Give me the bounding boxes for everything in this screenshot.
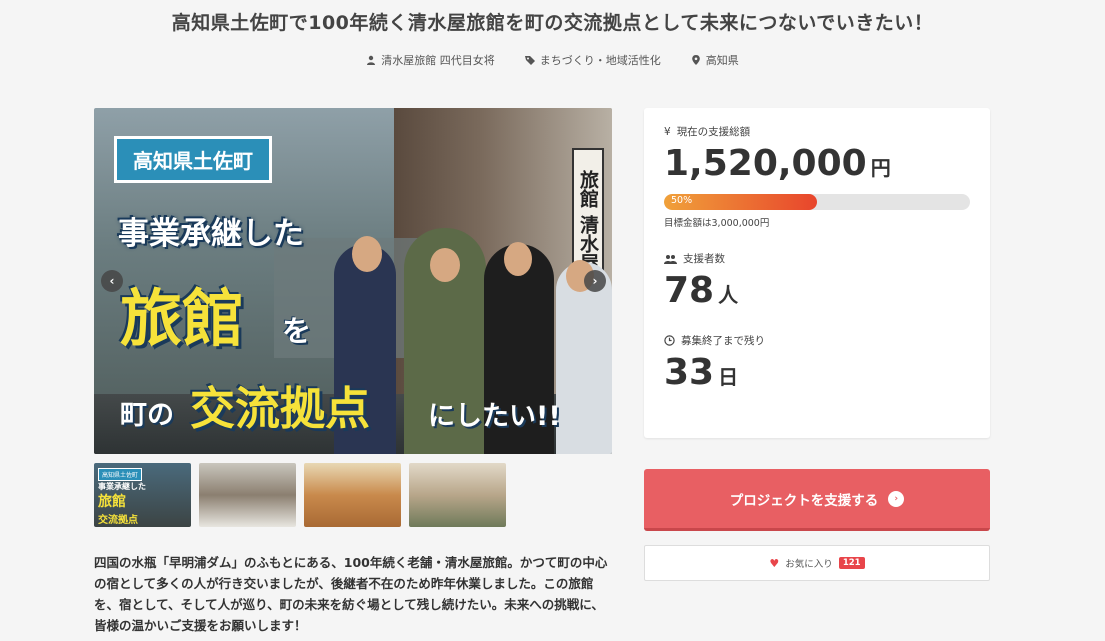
favorite-button[interactable]: ♥ お気に入り 121 [644, 545, 990, 581]
location-link[interactable]: 高知県 [691, 52, 739, 68]
thumbnail-1[interactable]: 高知県土佐町 事業承継した 旅館 交流拠点 [94, 463, 191, 527]
support-project-button[interactable]: プロジェクトを支援する › [644, 469, 990, 531]
total-unit: 円 [870, 156, 891, 180]
carousel-prev-button[interactable]: ‹ [101, 270, 123, 292]
users-icon [664, 254, 677, 264]
category-name: まちづくり・地域活性化 [539, 54, 661, 67]
supporters-label: 支援者数 [683, 253, 725, 265]
hero-line3-suffix: にしたい!! [428, 401, 561, 432]
hero-line2: 旅館 [120, 282, 245, 355]
page-title: 高知県土佐町で100年続く清水屋旅館を町の交流拠点として未来につないでいきたい！ [171, 12, 934, 34]
hero-location-tag: 高知県土佐町 [114, 136, 272, 183]
project-meta: 清水屋旅館 四代目女将 まちづくり・地域活性化 高知県 [0, 52, 1105, 68]
thumbnail-strip: 高知県土佐町 事業承継した 旅館 交流拠点 [94, 463, 506, 527]
chevron-right-icon: › [592, 274, 598, 288]
goal-amount: 目標金額は3,000,000円 [664, 218, 770, 229]
project-description: 四国の水瓶「早明浦ダム」のふもとにある、100年続く老舗・清水屋旅館。かつて町の… [94, 555, 608, 633]
carousel-next-button[interactable]: › [584, 270, 606, 292]
hero-line3-highlight: 交流拠点 [190, 382, 371, 435]
supporters-unit: 人 [718, 283, 739, 307]
owner-link[interactable]: 清水屋旅館 四代目女将 [366, 52, 495, 68]
owner-name: 清水屋旅館 四代目女将 [381, 54, 495, 67]
supporters-count: 78 [664, 270, 715, 311]
hero-image[interactable]: 旅館 清水屋 高知県土佐町 事業承継した 旅館 を 町の 交流拠点 にしたい!! [94, 108, 612, 454]
heart-icon: ♥ [769, 556, 780, 570]
progress-percent: 50% [671, 195, 693, 206]
progress-bar: 50% [664, 194, 970, 210]
remaining-label: 募集終了まで残り [681, 335, 765, 347]
thumbnail-4[interactable] [409, 463, 506, 527]
thumbnail-2[interactable] [199, 463, 296, 527]
location-name: 高知県 [705, 54, 739, 67]
stats-panel: ¥ 現在の支援総額 1,520,000 円 50% 目標金額は3,000,000円… [644, 108, 990, 438]
hero-line3-prefix: 町の [120, 400, 174, 431]
category-link[interactable]: まちづくり・地域活性化 [524, 52, 661, 68]
tag-icon [524, 56, 535, 65]
hero-line1: 事業承継した [118, 216, 304, 252]
clock-icon [664, 335, 675, 346]
user-icon [367, 55, 376, 65]
total-amount: 1,520,000 [664, 143, 867, 184]
yen-icon: ¥ [664, 125, 671, 138]
thumbnail-3[interactable] [304, 463, 401, 527]
remaining-days: 33 [664, 352, 715, 393]
map-pin-icon [691, 55, 700, 65]
arrow-right-icon: › [888, 490, 905, 507]
chevron-left-icon: ‹ [109, 274, 115, 288]
favorite-count: 121 [838, 557, 865, 569]
remaining-unit: 日 [718, 365, 739, 389]
hero-line2-particle: を [282, 314, 312, 348]
support-button-label: プロジェクトを支援する [729, 492, 879, 509]
total-label: 現在の支援総額 [676, 126, 751, 138]
favorite-label: お気に入り [785, 559, 833, 570]
